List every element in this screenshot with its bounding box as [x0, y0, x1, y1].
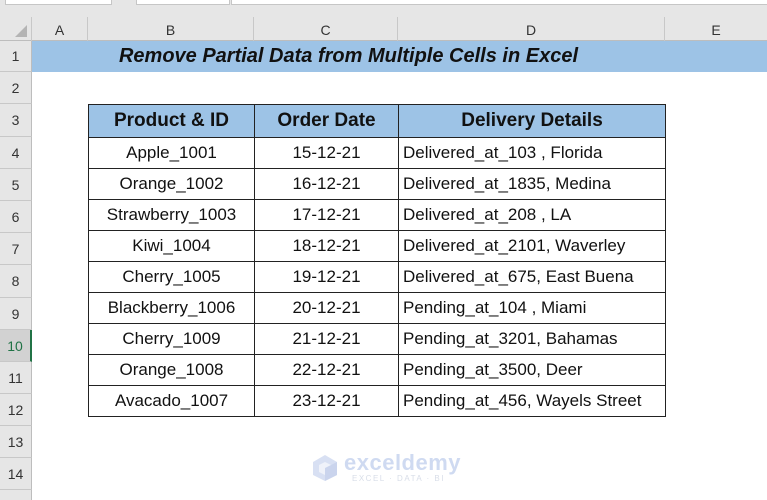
formula-controls[interactable]: [136, 0, 230, 5]
watermark-tagline: EXCEL · DATA · BI: [352, 474, 445, 483]
table-row: Strawberry_1003 17-12-21 Delivered_at_208 …: [88, 199, 666, 231]
column-header-e[interactable]: E: [665, 17, 767, 41]
product-id-cell[interactable]: Orange_1002: [88, 168, 255, 200]
row-header-14[interactable]: 14: [0, 458, 32, 490]
order-date-cell[interactable]: 21-12-21: [254, 323, 399, 355]
row-header-4[interactable]: 4: [0, 137, 32, 169]
order-date-cell[interactable]: 23-12-21: [254, 385, 399, 417]
row-header-13[interactable]: 13: [0, 426, 32, 458]
product-id-cell[interactable]: Orange_1008: [88, 354, 255, 386]
delivery-details-cell[interactable]: Delivered_at_1835, Medina: [398, 168, 666, 200]
header-order-date[interactable]: Order Date: [254, 104, 399, 138]
table-row: Orange_1002 16-12-21 Delivered_at_1835, Me…: [88, 168, 666, 200]
watermark-name: exceldemy: [344, 450, 462, 475]
row-header-9[interactable]: 9: [0, 298, 32, 330]
delivery-details-cell[interactable]: Pending_at_456, Wayels Street: [398, 385, 666, 417]
watermark: exceldemy EXCEL · DATA · BI: [312, 450, 462, 486]
order-date-cell[interactable]: 20-12-21: [254, 292, 399, 324]
row-header-5[interactable]: 5: [0, 169, 32, 201]
select-all-button[interactable]: [0, 17, 32, 41]
row-header-6[interactable]: 6: [0, 201, 32, 233]
header-delivery-details[interactable]: Delivery Details: [398, 104, 666, 138]
row-header-15[interactable]: [0, 490, 32, 500]
order-date-cell[interactable]: 17-12-21: [254, 199, 399, 231]
row-header-7[interactable]: 7: [0, 233, 32, 265]
product-id-cell[interactable]: Avacado_1007: [88, 385, 255, 417]
name-box[interactable]: [5, 0, 112, 5]
delivery-details-cell[interactable]: Pending_at_3201, Bahamas: [398, 323, 666, 355]
formula-bar[interactable]: [231, 0, 767, 5]
delivery-details-cell[interactable]: Delivered_at_103 , Florida: [398, 137, 666, 169]
row-header-8[interactable]: 8: [0, 265, 32, 298]
exceldemy-logo-icon: [313, 455, 337, 481]
order-date-cell[interactable]: 18-12-21: [254, 230, 399, 262]
delivery-details-cell[interactable]: Delivered_at_2101, Waverley: [398, 230, 666, 262]
delivery-details-cell[interactable]: Pending_at_3500, Deer: [398, 354, 666, 386]
product-id-cell[interactable]: Kiwi_1004: [88, 230, 255, 262]
table-row: Avacado_1007 23-12-21 Pending_at_456, Waye…: [88, 385, 666, 417]
data-table: Product & ID Order Date Delivery Details…: [88, 104, 666, 417]
table-header-row: Product & ID Order Date Delivery Details: [88, 104, 666, 138]
row-header-2[interactable]: 2: [0, 72, 32, 104]
column-header-c[interactable]: C: [254, 17, 398, 41]
product-id-cell[interactable]: Apple_1001: [88, 137, 255, 169]
product-id-cell[interactable]: Cherry_1005: [88, 261, 255, 293]
order-date-cell[interactable]: 19-12-21: [254, 261, 399, 293]
delivery-details-cell[interactable]: Delivered_at_675, East Buena: [398, 261, 666, 293]
column-header-a[interactable]: A: [32, 17, 88, 41]
row-header-10[interactable]: 10: [0, 330, 32, 362]
table-row: Kiwi_1004 18-12-21 Delivered_at_2101, Wave…: [88, 230, 666, 262]
delivery-details-cell[interactable]: Pending_at_104 , Miami: [398, 292, 666, 324]
sheet-title[interactable]: Remove Partial Data from Multiple Cells …: [32, 41, 665, 72]
row-header-1[interactable]: 1: [0, 41, 32, 72]
delivery-details-cell[interactable]: Delivered_at_208 , LA: [398, 199, 666, 231]
product-id-cell[interactable]: Strawberry_1003: [88, 199, 255, 231]
table-row: Orange_1008 22-12-21 Pending_at_3500, Deer: [88, 354, 666, 386]
order-date-cell[interactable]: 22-12-21: [254, 354, 399, 386]
table-row: Apple_1001 15-12-21 Delivered_at_103 , Flo…: [88, 137, 666, 169]
select-all-icon: [15, 25, 27, 37]
row-header-3[interactable]: 3: [0, 104, 32, 137]
order-date-cell[interactable]: 15-12-21: [254, 137, 399, 169]
column-header-d[interactable]: D: [398, 17, 665, 41]
row-header-12[interactable]: 12: [0, 394, 32, 426]
table-row: Cherry_1009 21-12-21 Pending_at_3201, Baha…: [88, 323, 666, 355]
header-product-id[interactable]: Product & ID: [88, 104, 255, 138]
row-header-11[interactable]: 11: [0, 362, 32, 394]
order-date-cell[interactable]: 16-12-21: [254, 168, 399, 200]
product-id-cell[interactable]: Blackberry_1006: [88, 292, 255, 324]
product-id-cell[interactable]: Cherry_1009: [88, 323, 255, 355]
column-header-b[interactable]: B: [88, 17, 254, 41]
table-row: Cherry_1005 19-12-21 Delivered_at_675, Eas…: [88, 261, 666, 293]
table-row: Blackberry_1006 20-12-21 Pending_at_104 , …: [88, 292, 666, 324]
